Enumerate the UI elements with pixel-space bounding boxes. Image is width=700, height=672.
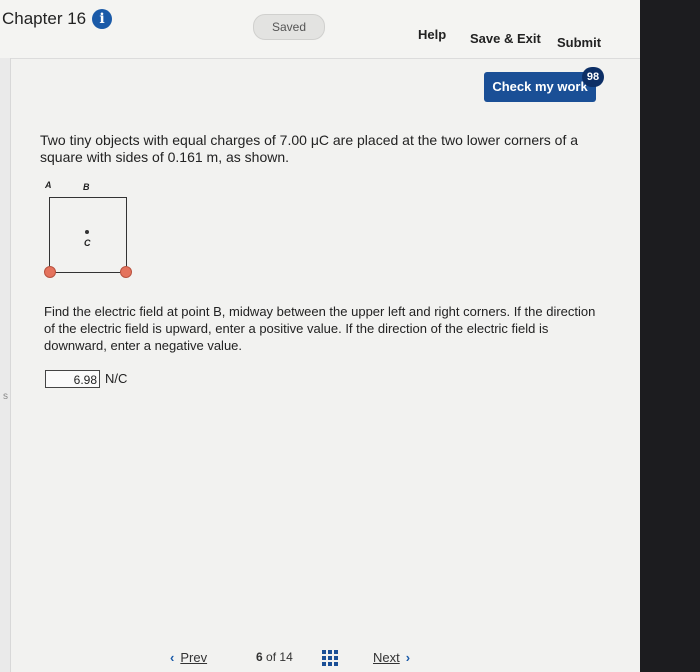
- total-pages: 14: [279, 650, 293, 664]
- question-text: Two tiny objects with equal charges of 7…: [40, 132, 579, 165]
- chevron-left-icon: ‹: [170, 650, 175, 665]
- grid-icon[interactable]: [322, 650, 338, 666]
- saved-status: Saved: [253, 14, 325, 40]
- prev-label: Prev: [180, 650, 208, 665]
- charge-lower-left: [44, 266, 56, 278]
- save-exit-link[interactable]: Save & Exit: [470, 31, 541, 46]
- page-of-label: of: [266, 650, 277, 664]
- assignment-screen: Chapter 16 i Saved Help Save & Exit Subm…: [0, 0, 640, 672]
- info-icon[interactable]: i: [92, 9, 112, 29]
- answer-unit: N/C: [105, 371, 128, 386]
- square-diagram: A B C: [38, 180, 138, 280]
- prev-button[interactable]: ‹ Prev: [170, 650, 207, 665]
- square-outline: [49, 197, 127, 273]
- label-a: A: [45, 180, 52, 190]
- next-label: Next: [373, 650, 400, 665]
- charge-lower-right: [120, 266, 132, 278]
- left-sidebar-edge: s: [0, 58, 11, 672]
- next-button[interactable]: Next ›: [373, 650, 410, 665]
- label-b: B: [83, 182, 90, 192]
- page-indicator: 6 of 14: [256, 650, 293, 664]
- check-attempts-badge: 98: [582, 67, 604, 87]
- top-bar: Chapter 16 i Saved Help Save & Exit Subm…: [0, 0, 640, 59]
- chevron-right-icon: ›: [405, 650, 411, 665]
- question-prompt: Find the electric field at point B, midw…: [44, 304, 596, 353]
- submit-link[interactable]: Submit: [557, 35, 601, 50]
- chapter-title: Chapter 16: [2, 9, 87, 28]
- help-link[interactable]: Help: [418, 27, 446, 42]
- check-my-work-button[interactable]: Check my work: [484, 72, 596, 102]
- sidebar-edge-letter: s: [3, 391, 8, 402]
- point-c-dot: [85, 230, 89, 234]
- current-page: 6: [256, 650, 263, 664]
- answer-input[interactable]: 6.98: [45, 370, 100, 388]
- label-c: C: [84, 238, 91, 248]
